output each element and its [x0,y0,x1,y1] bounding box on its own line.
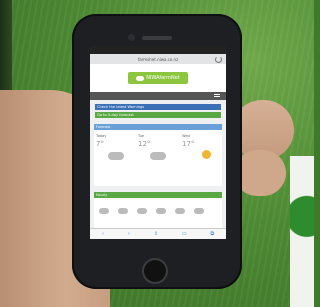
hourly-heading: Hourly [94,192,222,198]
phone-screen: farmshet.niwa.co.nz NIWAfarmNet Check th… [90,46,226,239]
cloud-weather-icon [194,208,204,214]
menu-icon[interactable] [214,94,220,98]
nav-bar [90,92,226,100]
forward-icon[interactable]: › [128,231,130,237]
day-label: Wed [182,134,190,138]
forecast-day[interactable]: Wed 17° [182,134,222,178]
forecast-link[interactable]: Go to 5-day forecast [95,112,221,118]
day-temp: 7° [96,140,104,148]
reload-icon[interactable] [215,56,222,63]
day-label: Tue [138,134,145,138]
day-label: Today [96,134,107,138]
cloud-weather-icon [108,152,124,160]
cloud-icon [136,75,145,81]
day-temp: 12° [138,140,151,148]
tabs-icon[interactable]: ⧉ [210,231,214,237]
forecast-heading: Forecast [94,124,222,130]
home-button[interactable] [144,260,166,282]
warnings-link[interactable]: Check the latest Warnings [95,104,221,110]
forecast-day[interactable]: Today 7° [96,134,136,178]
site-logo[interactable]: NIWAfarmNet [128,72,188,84]
forecast-day[interactable]: Tue 12° [138,134,178,178]
status-bar [90,46,226,54]
leaf-photo-corner [290,156,314,307]
cloud-weather-icon [150,152,166,160]
cloud-weather-icon [137,208,147,214]
speaker-grille [142,36,172,40]
browser-toolbar: ‹ › ⇧ ▭ ⧉ [90,228,226,239]
forecast-panel: Forecast Today 7° Tue 12° Wed 17° [94,124,222,186]
cloud-weather-icon [175,208,185,214]
logo-text: NIWAfarmNet [146,75,180,81]
cloud-weather-icon [118,208,128,214]
day-temp: 17° [182,140,195,148]
sun-weather-icon [202,150,211,159]
cloud-weather-icon [156,208,166,214]
url-text: farmshet.niwa.co.nz [137,56,179,62]
cloud-weather-icon [99,208,109,214]
address-bar[interactable]: farmshet.niwa.co.nz [90,54,226,64]
camera-icon [128,34,135,41]
share-icon[interactable]: ⇧ [154,231,158,237]
back-icon[interactable]: ‹ [102,231,104,237]
site-header: NIWAfarmNet [90,64,226,92]
bookmarks-icon[interactable]: ▭ [182,231,187,237]
